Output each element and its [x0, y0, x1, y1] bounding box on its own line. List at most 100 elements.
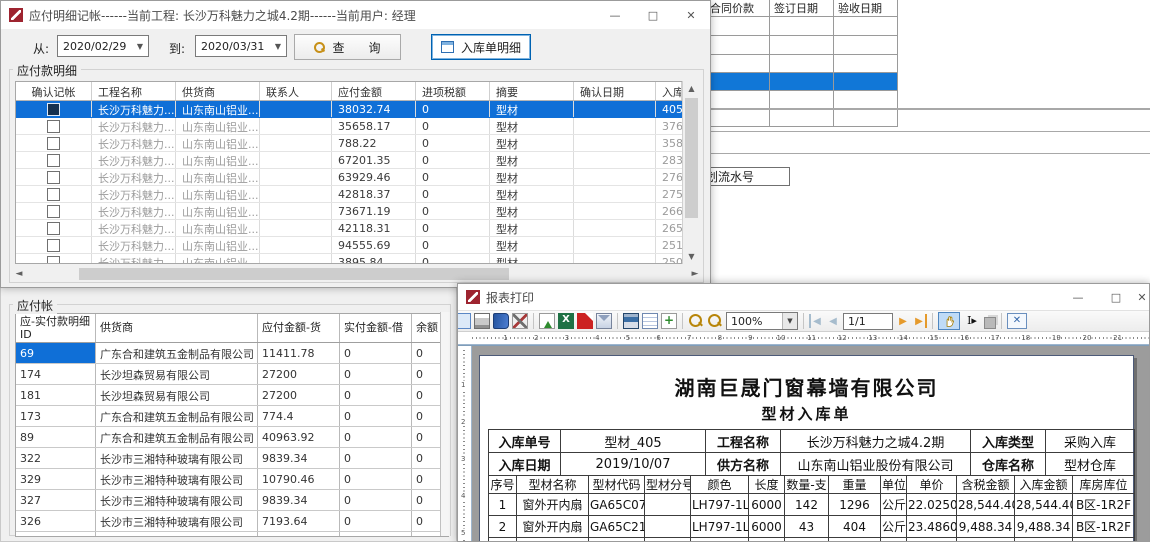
chevron-down-icon[interactable]: ▼	[132, 36, 148, 56]
zoom-in-icon[interactable]	[688, 313, 704, 329]
table-row[interactable]: 长沙万科魅力...山东南山铝业...3895.840型材250	[16, 254, 682, 264]
report-preview-canvas[interactable]: 12345 湖南巨晟门窗幕墙有限公司 型材入库单 入库单号型材_405工程名称长…	[458, 345, 1149, 542]
scroll-thumb[interactable]	[685, 98, 698, 218]
chevron-down-icon[interactable]: ▼	[270, 36, 286, 56]
minimize-button[interactable]: —	[596, 1, 634, 29]
printer-icon[interactable]	[474, 313, 490, 329]
report-print-titlebar[interactable]: 报表打印 — □ ✕	[458, 284, 1149, 310]
checkbox-cell[interactable]	[16, 135, 92, 151]
table-row[interactable]	[706, 17, 898, 36]
table-row[interactable]: 长沙万科魅力...山东南山铝业...788.220型材358	[16, 135, 682, 152]
payable-account-grid[interactable]: 应-实付款明细ID供货商应付金额-货实付金额-借余额 69广东合和建筑五金制品有…	[15, 313, 449, 537]
column-header-7[interactable]: 确认日期	[574, 82, 656, 100]
scroll-down-icon[interactable]: ▼	[683, 249, 700, 264]
id-cell[interactable]: 329	[16, 469, 96, 489]
table-row[interactable]: 长沙万科魅力...山东南山铝业...94555.690型材251	[16, 237, 682, 254]
confirm-checkbox[interactable]	[47, 256, 60, 264]
column-header-6[interactable]: 摘要	[490, 82, 574, 100]
checkbox-cell[interactable]	[16, 169, 92, 185]
scroll-right-icon[interactable]: ►	[687, 266, 703, 282]
checkbox-cell[interactable]	[16, 220, 92, 236]
table-row[interactable]	[706, 55, 898, 73]
table-row[interactable]: 89广东合和建筑五金制品有限公司40963.9200	[16, 427, 449, 448]
checkbox-cell[interactable]	[16, 186, 92, 202]
previous-page-icon[interactable]: ◀	[826, 314, 840, 328]
table-row[interactable]: 长沙万科魅力...山东南山铝业...63929.460型材276	[16, 169, 682, 186]
checkbox-cell[interactable]	[16, 152, 92, 168]
id-cell[interactable]	[16, 532, 96, 537]
column-header-5[interactable]: 进项税额	[416, 82, 490, 100]
column-header-0[interactable]: 应-实付款明细ID	[16, 314, 96, 342]
id-cell[interactable]: 173	[16, 406, 96, 426]
scroll-up-icon[interactable]: ▲	[683, 81, 700, 96]
table-row[interactable]: 326长沙市三湘特种玻璃有限公司7193.6400	[16, 511, 449, 532]
text-select-icon[interactable]	[963, 313, 981, 329]
id-cell[interactable]: 181	[16, 385, 96, 405]
book-icon[interactable]	[493, 313, 509, 329]
query-button[interactable]: 查 询	[294, 34, 401, 60]
save-icon[interactable]	[623, 313, 639, 329]
close-icon[interactable]	[1007, 313, 1027, 329]
table-row[interactable]: 329长沙市三湘特种玻璃有限公司10790.4600	[16, 469, 449, 490]
table-row[interactable]: 长沙万科魅力...山东南山铝业...73671.190型材266	[16, 203, 682, 220]
confirm-checkbox[interactable]	[47, 137, 60, 150]
close-button[interactable]: ✕	[1135, 284, 1149, 310]
document-icon[interactable]	[642, 313, 658, 329]
checkbox-cell[interactable]	[16, 118, 92, 134]
export-icon[interactable]	[539, 313, 555, 329]
maximize-button[interactable]: □	[1097, 284, 1135, 310]
scroll-left-icon[interactable]: ◄	[11, 266, 27, 282]
column-header-3[interactable]: 实付金额-借	[340, 314, 412, 342]
table-row[interactable]	[706, 73, 898, 91]
checkbox-cell[interactable]	[16, 237, 92, 253]
confirm-checkbox[interactable]	[47, 120, 60, 133]
to-date-combobox[interactable]: 2020/03/31 ▼	[195, 35, 287, 57]
panel-right-scroll-strip[interactable]	[440, 312, 450, 536]
chevron-down-icon[interactable]: ▼	[782, 313, 797, 329]
add-icon[interactable]	[661, 313, 677, 329]
checkbox-cell[interactable]	[16, 203, 92, 219]
last-page-icon[interactable]: ▶	[913, 314, 927, 328]
table-row[interactable]	[706, 36, 898, 55]
table-row[interactable]: 322长沙市三湘特种玻璃有限公司9839.3400	[16, 448, 449, 469]
copy-icon[interactable]	[984, 317, 996, 329]
maximize-button[interactable]: □	[634, 1, 672, 29]
table-row[interactable]: 长沙万科魅力...山东南山铝业...67201.350型材283	[16, 152, 682, 169]
from-date-combobox[interactable]: 2020/02/29 ▼	[57, 35, 149, 57]
first-page-icon[interactable]: ◀	[809, 314, 823, 328]
id-cell[interactable]: 89	[16, 427, 96, 447]
next-page-icon[interactable]: ▶	[896, 314, 910, 328]
table-row[interactable]: 长沙市三湘特种玻璃有限公司	[16, 532, 449, 537]
table-row[interactable]: 181长沙坦森贸易有限公司2720000	[16, 385, 449, 406]
column-header-3[interactable]: 联系人	[260, 82, 332, 100]
column-header-1[interactable]: 供货商	[96, 314, 258, 342]
scroll-thumb[interactable]	[79, 268, 509, 280]
table-row[interactable]: 长沙万科魅力...山东南山铝业...42818.370型材275	[16, 186, 682, 203]
confirm-checkbox[interactable]	[47, 103, 60, 116]
horizontal-scrollbar[interactable]: ◄ ►	[11, 266, 703, 282]
table-row[interactable]: 173广东合和建筑五金制品有限公司774.400	[16, 406, 449, 427]
confirm-checkbox[interactable]	[47, 239, 60, 252]
hand-icon[interactable]	[938, 312, 960, 330]
tools-icon[interactable]	[512, 313, 528, 329]
table-row[interactable]: 327长沙市三湘特种玻璃有限公司9839.3400	[16, 490, 449, 511]
column-header-1[interactable]: 工程名称	[92, 82, 176, 100]
zoom-level-combobox[interactable]: 100% ▼	[726, 312, 798, 330]
checkbox-cell[interactable]	[16, 254, 92, 264]
mail-icon[interactable]	[596, 313, 612, 329]
table-row[interactable]: 长沙万科魅力...山东南山铝业...35658.170型材376	[16, 118, 682, 135]
column-header-4[interactable]: 应付金额	[332, 82, 416, 100]
page-indicator-input[interactable]: 1/1	[843, 313, 893, 330]
payable-detail-titlebar[interactable]: 应付明细记帐------当前工程: 长沙万科魅力之城4.2期------当前用户…	[1, 1, 710, 29]
table-row[interactable]: 长沙万科魅力...山东南山铝业...38032.740型材405	[16, 101, 682, 118]
table-row[interactable]: 长沙万科魅力...山东南山铝业...42118.310型材265	[16, 220, 682, 237]
confirm-checkbox[interactable]	[47, 171, 60, 184]
id-cell[interactable]: 326	[16, 511, 96, 531]
id-cell[interactable]: 174	[16, 364, 96, 384]
confirm-checkbox[interactable]	[47, 188, 60, 201]
table-row[interactable]: 174长沙坦森贸易有限公司2720000	[16, 364, 449, 385]
column-header-2[interactable]: 应付金额-货	[258, 314, 340, 342]
payable-detail-grid[interactable]: 确认记帐工程名称供货商联系人应付金额进项税额摘要确认日期入库 长沙万科魅力...…	[15, 81, 682, 264]
id-cell[interactable]: 322	[16, 448, 96, 468]
excel-icon[interactable]	[558, 313, 574, 329]
